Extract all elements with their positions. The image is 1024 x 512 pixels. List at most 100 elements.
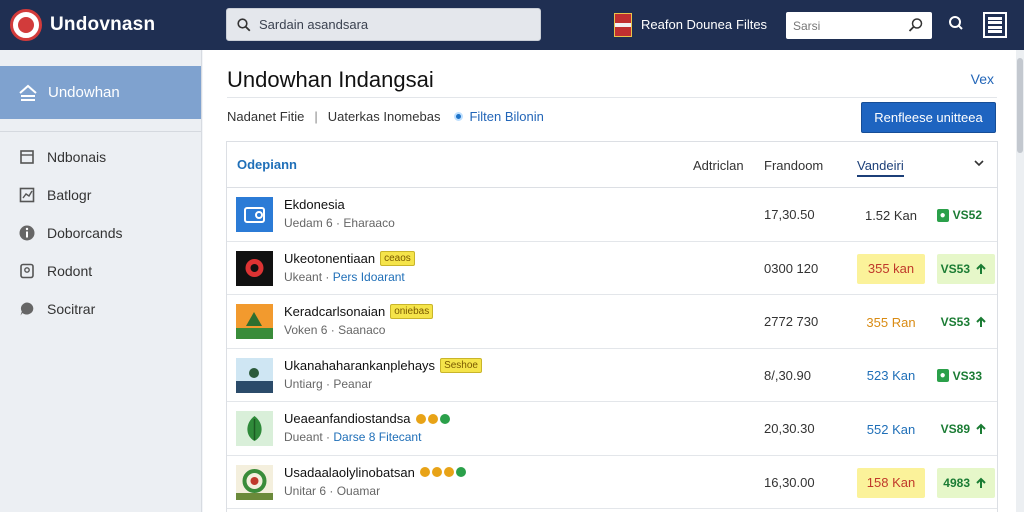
rating-icon [419,467,468,477]
chevron-down-icon[interactable] [973,158,985,168]
search-icon[interactable] [948,15,964,31]
sidebar-item-label: Undowhan [48,84,120,101]
row-sub-a: Untiarg [284,376,323,391]
row-code: 4983 [943,475,970,490]
row-title-line: Ueaeanfandiostandsa [284,411,452,426]
row-badge: ceaos [380,250,415,266]
row-code-cell[interactable]: VS89 [937,414,995,444]
column-header-b[interactable]: Frandoom [764,158,823,173]
main-search[interactable] [226,8,541,41]
table-header: Odepiann Adtriclan Frandoom Vandeiri [227,142,997,188]
brand[interactable]: Undovnasn [0,9,220,41]
row-title-line: Usadaalaolylinobatsan [284,465,468,480]
row-code-cell[interactable]: ● VS33 [936,361,995,391]
chart-icon [19,187,35,203]
row-code-cell[interactable]: VS53 [937,253,995,284]
table-row[interactable]: Ukanahaharankanplehays Seshoe Untiarg · P… [227,349,997,402]
row-number: 20,30.30 [764,421,815,436]
photo-icon [236,357,273,393]
filter-one[interactable]: Nadanet Fitie [227,109,304,124]
table-row[interactable]: Ueaeanfandiostandsa Dueant · Darse 8 Fit… [227,402,997,456]
row-sub-b[interactable]: Darse 8 Fitecant [333,430,421,444]
title-divider [227,97,997,98]
row-subtitle: Uedam 6 · Eharaaco [284,216,395,230]
top-search[interactable] [786,12,932,39]
row-sub-a: Ukeant [284,269,323,284]
sidebar-item-label: Batlogr [47,187,92,203]
arrow-up-icon [976,423,986,434]
top-search-input[interactable] [793,18,903,33]
row-title[interactable]: Ekdonesia [284,197,345,212]
row-number: 0300 120 [764,260,819,276]
column-header-c[interactable]: Vandeiri [857,158,904,177]
row-title[interactable]: Ukanahaharankanplehays [284,358,435,373]
table-row[interactable]: Ekdonesia Uedam 6 · Eharaaco 17,30.50 1.… [227,188,997,242]
row-number: 17,30.50 [764,207,815,222]
row-title-line: Keradcarlsonaian oniebas [284,304,434,319]
row-badge: Seshoe [440,357,482,373]
main-search-input[interactable] [259,17,529,32]
sidebar-item-2[interactable]: Doborcands [0,214,201,252]
row-code-cell[interactable]: 4983 [937,467,995,498]
filter-bar: Nadanet Fitie | Uaterkas Inomebas Filten… [227,109,544,124]
row-sub-a: Uedam 6 [284,216,333,230]
row-sub-b: Ouamar [336,483,381,498]
row-distance: 1.52 Kan [864,207,918,223]
table-row[interactable]: Ukeotonentiaan ceaos Ukeant · Pers Idoara… [227,242,997,295]
row-code: VS53 [940,315,970,329]
table-row[interactable]: Keradcarlsonaian oniebas Voken 6 · Saanac… [227,295,997,349]
row-sub-a: Dueant [284,430,323,444]
column-header-a[interactable]: Adtriclan [693,158,744,173]
arrow-up-icon [976,477,986,488]
sidebar-item-label: Rodont [47,263,93,279]
arrow-up-icon [976,263,986,274]
row-subtitle: Voken 6 · Saanaco [284,323,386,337]
row-title-line: Ukeotonentiaan ceaos [284,250,415,266]
status-badge: ● [936,369,949,382]
sidebar: Undowhan Ndbonais Batlogr Doborcands Rod… [0,50,202,512]
sidebar-item-0[interactable]: Ndbonais [0,138,201,176]
filter-link-label: Filten Bilonin [469,109,544,124]
menu-icon[interactable] [983,12,1007,38]
row-code-cell[interactable]: VS53 [937,307,995,337]
row-sub-b: Eharaaco [343,216,395,230]
region-link[interactable]: Reafon Dounea [641,17,732,32]
row-subtitle: Unitar 6 · Ouamar [284,483,381,498]
row-code-cell[interactable]: ● VS52 [936,200,995,230]
row-title[interactable]: Ukeotonentiaan [284,251,375,266]
row-distance: 355 kan [857,253,925,284]
sidebar-item-3[interactable]: Rodont [0,252,201,290]
row-subtitle: Dueant · Darse 8 Fitecant [284,430,422,444]
primary-button[interactable]: Renfleese unitteea [861,102,996,133]
sidebar-item-1[interactable]: Batlogr [0,176,201,214]
files-link[interactable]: Filtes [736,17,767,32]
table-row[interactable]: Usadaalaolylinobatsan Unitar 6 · Ouamar … [227,456,997,509]
landscape-icon [236,304,273,339]
search-icon[interactable] [908,17,924,33]
arrow-up-icon [976,316,986,327]
document-icon [20,263,34,279]
row-distance: 523 Kan [866,368,916,383]
row-title[interactable]: Usadaalaolylinobatsan [284,465,415,480]
row-subtitle: Ukeant · Pers Idoarant [284,269,405,284]
row-code: VS89 [940,422,970,436]
chat-icon [20,302,34,316]
row-title[interactable]: Keradcarlsonaian [284,304,385,319]
row-distance: 355 Ran [866,314,916,330]
emblem-icon [236,250,273,286]
filter-two[interactable]: Uaterkas Inomebas [328,109,441,124]
row-subtitle: Untiarg · Peanar [284,376,373,391]
view-link[interactable]: Vex [971,71,994,87]
row-number: 16,30.00 [764,474,815,490]
status-badge: ● [936,208,949,222]
scrollbar-thumb[interactable] [1017,58,1023,153]
row-distance: 158 Kan [857,467,925,498]
row-sub-b: Saanaco [338,323,386,337]
sidebar-item-4[interactable]: Socitrar [0,290,201,328]
row-sub-b[interactable]: Pers Idoarant [333,270,405,284]
sidebar-item-active[interactable]: Undowhan [0,66,201,119]
info-icon [19,225,35,241]
row-title[interactable]: Ueaeanfandiostandsa [284,411,411,426]
column-header-name[interactable]: Odepiann [237,157,297,172]
filter-link[interactable]: Filten Bilonin [454,109,544,124]
